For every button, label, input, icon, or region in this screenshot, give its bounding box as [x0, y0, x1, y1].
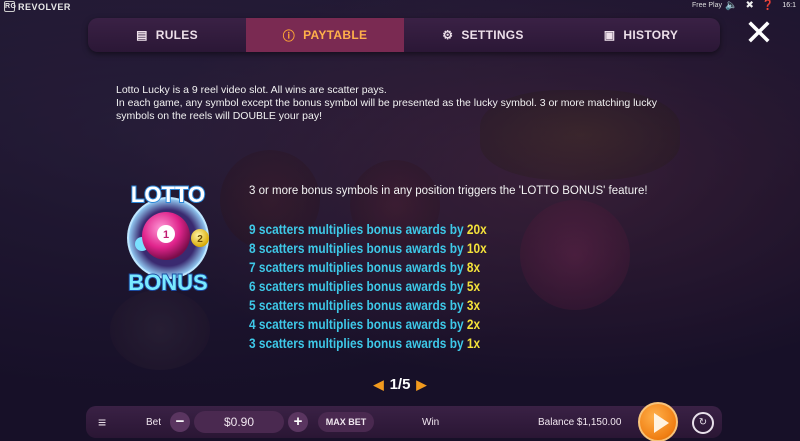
info-tab-bar: ▤ RULES ⓘ PAYTABLE ⚙ SETTINGS ▣ HISTORY: [88, 18, 720, 52]
award-text: 4 scatters multiplies bonus awards by: [249, 317, 467, 332]
award-multiplier: 3x: [466, 298, 481, 313]
info-icon: ⓘ: [282, 28, 296, 43]
bet-increase-button[interactable]: +: [288, 412, 308, 432]
free-play-label: Free Play: [692, 2, 722, 9]
paytable-intro: Lotto Lucky is a 9 reel video slot. All …: [116, 84, 676, 123]
brand-badge-icon: RG: [4, 1, 17, 12]
close-icon[interactable]: ✖: [746, 0, 754, 11]
award-row: 5 scatters multiplies bonus awards by 3x: [249, 296, 487, 315]
play-icon: [654, 413, 669, 433]
max-bet-button[interactable]: MAX BET: [318, 412, 374, 432]
tab-settings[interactable]: ⚙ SETTINGS: [404, 18, 562, 52]
award-multiplier: 8x: [466, 260, 481, 275]
spin-button[interactable]: [638, 402, 678, 441]
prev-page-icon[interactable]: ◀: [374, 377, 384, 393]
award-text: 3 scatters multiplies bonus awards by: [249, 336, 467, 351]
close-paytable-button[interactable]: ✕: [742, 15, 776, 52]
award-multiplier: 20x: [466, 222, 487, 237]
bonus-trigger-text: 3 or more bonus symbols in any position …: [249, 185, 648, 197]
award-text: 5 scatters multiplies bonus awards by: [249, 298, 467, 313]
win-label: Win: [422, 417, 440, 428]
bet-label: Bet: [146, 417, 162, 428]
tab-label: RULES: [155, 28, 198, 42]
award-text: 7 scatters multiplies bonus awards by: [249, 260, 467, 275]
tab-history[interactable]: ▣ HISTORY: [562, 18, 720, 52]
award-row: 3 scatters multiplies bonus awards by 1x: [249, 334, 487, 353]
award-multiplier: 10x: [466, 241, 487, 256]
award-row: 4 scatters multiplies bonus awards by 2x: [249, 315, 487, 334]
bonus-awards-list: 9 scatters multiplies bonus awards by 20…: [249, 220, 519, 353]
document-icon: ▤: [136, 28, 148, 42]
award-multiplier: 2x: [466, 317, 481, 332]
next-page-icon[interactable]: ▶: [416, 377, 426, 393]
logo-word-lotto: LOTTO: [131, 182, 205, 207]
award-text: 8 scatters multiplies bonus awards by: [249, 241, 467, 256]
tab-label: PAYTABLE: [303, 28, 368, 42]
bottom-control-bar: ≡ Bet − $0.90 + MAX BET Win Balance $1,1…: [86, 402, 722, 441]
help-icon[interactable]: ❓: [762, 0, 774, 11]
tab-label: SETTINGS: [461, 28, 524, 42]
award-row: 7 scatters multiplies bonus awards by 8x: [249, 258, 487, 277]
sound-icon[interactable]: 🔈: [725, 0, 737, 11]
balance-display: Balance $1,150.00: [538, 417, 622, 428]
tab-paytable[interactable]: ⓘ PAYTABLE: [246, 18, 404, 52]
lotto-bonus-logo: 2 1 LOTTO BONUS: [127, 181, 209, 296]
page-navigator: ◀ 1/5 ▶: [0, 376, 800, 393]
autoplay-icon[interactable]: ↻: [692, 412, 714, 434]
top-status-bar: RG REVOLVER Free Play 🔈 ✖ ❓ 16:1: [0, 0, 800, 14]
page-indicator: 1/5: [389, 376, 411, 393]
gear-icon: ⚙: [442, 28, 454, 42]
hamburger-menu-icon[interactable]: ≡: [98, 414, 106, 430]
tab-rules[interactable]: ▤ RULES: [88, 18, 246, 52]
bet-decrease-button[interactable]: −: [170, 412, 190, 432]
bet-value: $0.90: [194, 411, 284, 433]
intro-line-1: Lotto Lucky is a 9 reel video slot. All …: [116, 84, 387, 96]
calendar-icon: ▣: [603, 28, 616, 42]
clock-time: 16:1: [782, 2, 796, 9]
award-row: 6 scatters multiplies bonus awards by 5x: [249, 277, 487, 296]
award-multiplier: 1x: [466, 336, 481, 351]
small-ball-number: 2: [197, 234, 203, 245]
intro-line-2: In each game, any symbol except the bonu…: [116, 97, 658, 122]
tab-label: HISTORY: [623, 28, 679, 42]
logo-word-bonus: BONUS: [128, 270, 207, 295]
award-row: 9 scatters multiplies bonus awards by 20…: [249, 220, 487, 239]
brand-logo: RG REVOLVER: [4, 1, 71, 12]
award-multiplier: 5x: [466, 279, 481, 294]
award-row: 8 scatters multiplies bonus awards by 10…: [249, 239, 487, 258]
award-text: 6 scatters multiplies bonus awards by: [249, 279, 467, 294]
ball-number: 1: [163, 229, 169, 241]
award-text: 9 scatters multiplies bonus awards by: [249, 222, 467, 237]
top-icons: 🔈 ✖ ❓ 16:1: [725, 0, 796, 11]
brand-name: REVOLVER: [18, 1, 71, 12]
